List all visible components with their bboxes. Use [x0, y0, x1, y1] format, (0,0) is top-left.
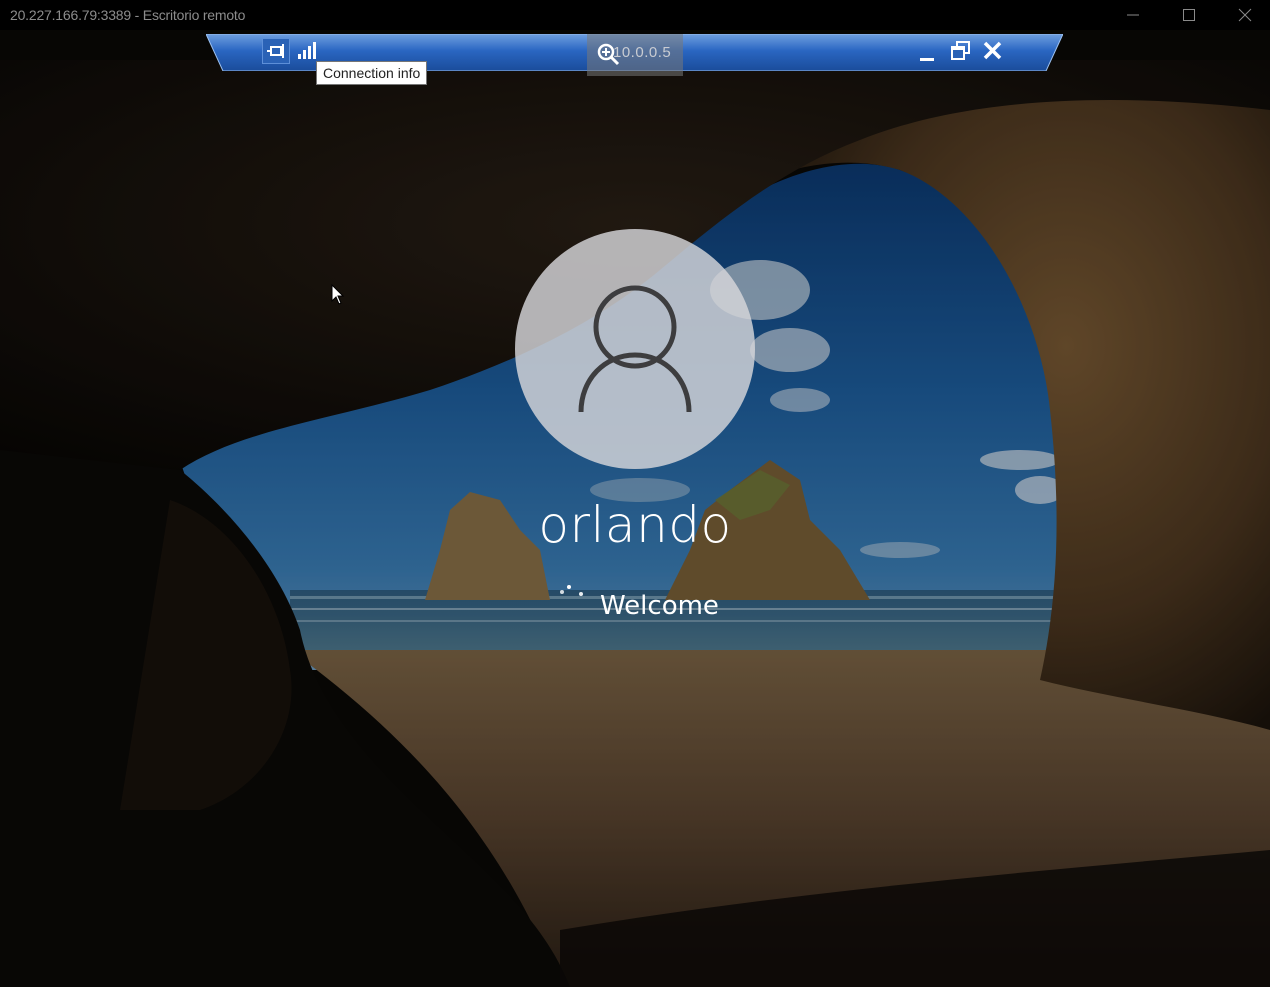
pin-icon [267, 44, 284, 58]
session-restore-button[interactable] [950, 40, 972, 62]
user-avatar-icon [578, 285, 692, 413]
login-status-text: Welcome [600, 591, 719, 621]
window-close-button[interactable] [1222, 0, 1268, 30]
signal-strength-icon [298, 42, 316, 59]
session-minimize-button[interactable] [916, 42, 938, 64]
mouse-cursor-icon [331, 284, 345, 305]
restore-icon [951, 41, 970, 60]
connection-info-tooltip: Connection info [316, 61, 428, 85]
maximize-icon [1183, 9, 1195, 21]
window-title: 20.227.166.79:3389 - Escritorio remoto [10, 7, 246, 23]
window-minimize-button[interactable] [1110, 0, 1156, 30]
zoom-icon [597, 43, 620, 66]
remote-desktop-screen[interactable]: orlando Welcome [0, 30, 1270, 987]
connection-address: 10.0.0.5 [613, 44, 672, 61]
window-titlebar: 20.227.166.79:3389 - Escritorio remoto [0, 0, 1270, 30]
minimize-icon [920, 58, 934, 61]
close-icon [983, 41, 1002, 60]
zoom-button[interactable] [596, 42, 620, 66]
window-maximize-button[interactable] [1166, 0, 1212, 30]
connection-info-button[interactable] [296, 40, 318, 62]
minimize-icon [1127, 14, 1139, 16]
pin-connection-bar-button[interactable] [262, 38, 290, 64]
username-label: orlando [538, 496, 732, 554]
close-icon [1238, 8, 1252, 22]
session-close-button[interactable] [982, 40, 1004, 62]
loading-spinner-icon [555, 584, 589, 600]
user-avatar [515, 229, 755, 469]
